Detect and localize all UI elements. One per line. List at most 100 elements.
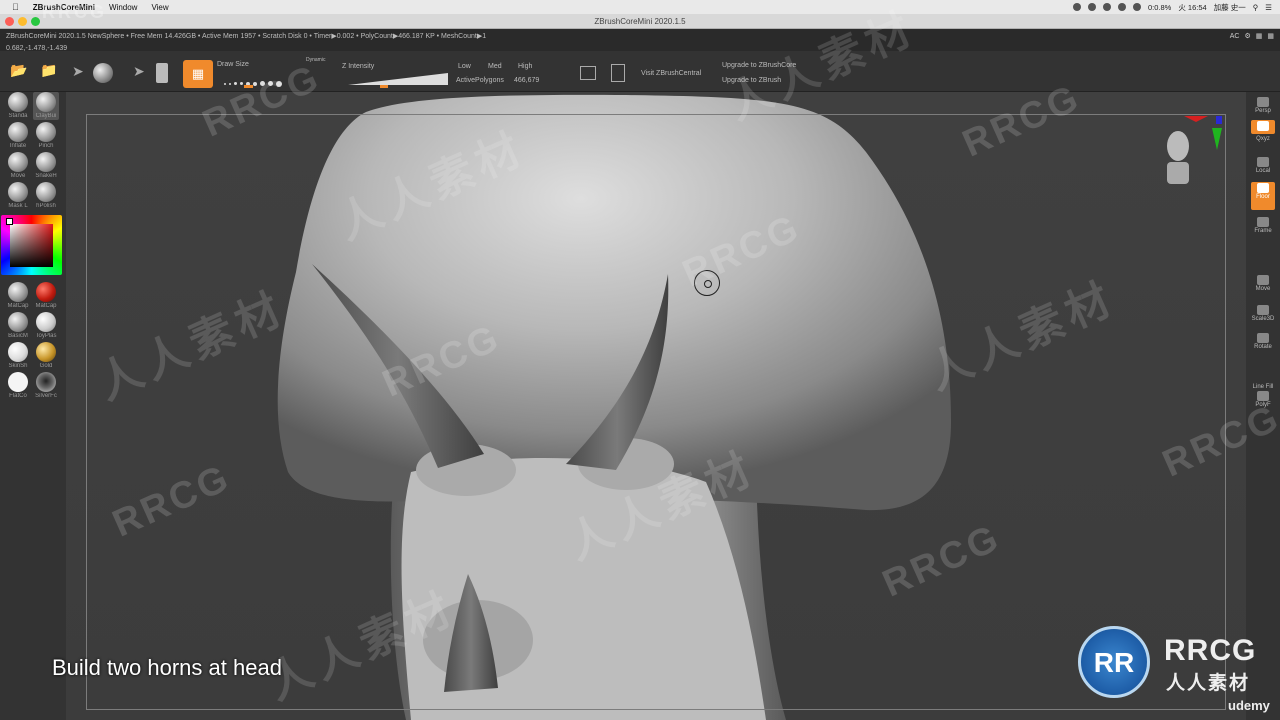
rrcg-logo: RR RRCG 人人素材 bbox=[1078, 626, 1278, 704]
brush-pinch[interactable]: Pinch bbox=[33, 122, 59, 150]
canvas-tool-icon[interactable] bbox=[156, 63, 168, 83]
local-icon bbox=[1257, 157, 1269, 167]
scale-icon bbox=[1257, 305, 1269, 315]
zoom-icon[interactable] bbox=[31, 17, 40, 26]
brush-snakehook[interactable]: SnakeH bbox=[33, 152, 59, 180]
brush-move[interactable]: Move bbox=[5, 152, 31, 180]
gizmo-button[interactable] bbox=[1251, 120, 1275, 134]
gizmo-icon bbox=[1257, 121, 1269, 131]
linefill-button[interactable]: Line Fill PolyF bbox=[1251, 384, 1275, 408]
battery-text[interactable]: 0:0.8% bbox=[1148, 3, 1171, 12]
local-button[interactable]: Local bbox=[1251, 156, 1275, 178]
user-name[interactable]: 加藤 史一 bbox=[1214, 2, 1246, 13]
resolution-low[interactable]: Low bbox=[458, 63, 471, 70]
close-icon[interactable] bbox=[5, 17, 14, 26]
floor-icon bbox=[1257, 183, 1269, 193]
clock-text[interactable]: 火 16:54 bbox=[1178, 2, 1206, 13]
window-titlebar: ZBrushCoreMini 2020.1.5 bbox=[0, 14, 1280, 29]
color-saturation-square[interactable] bbox=[10, 224, 53, 267]
brush-hpolish[interactable]: hPolish bbox=[33, 182, 59, 210]
3d-viewport[interactable] bbox=[66, 92, 1246, 720]
material-matcap-gray[interactable]: MatCap bbox=[5, 282, 31, 310]
z-intensity-slider[interactable] bbox=[380, 85, 388, 88]
active-polygons-label: ActivePolygons bbox=[456, 77, 504, 84]
material-basic[interactable]: BasicM bbox=[5, 312, 31, 340]
brush-mask[interactable]: Mask L bbox=[5, 182, 31, 210]
active-polygons-value: 466,679 bbox=[514, 77, 540, 84]
image-icon[interactable] bbox=[580, 66, 596, 80]
save-file-icon[interactable]: 📁 bbox=[40, 62, 57, 79]
apple-icon[interactable]:  bbox=[12, 2, 19, 12]
color-picker[interactable] bbox=[1, 215, 62, 275]
ac-label: AC bbox=[1229, 33, 1240, 40]
upgrade-zbrush-link[interactable]: Upgrade to ZBrush bbox=[722, 77, 781, 84]
menu-view[interactable]: View bbox=[151, 3, 168, 12]
settings-icon[interactable]: ⚙ bbox=[1244, 32, 1250, 41]
draw-size-dots[interactable] bbox=[224, 75, 285, 93]
brush-inflate[interactable]: Inflate bbox=[5, 122, 31, 150]
mac-menubar:  ZBrushCoreMini Window View 0:0.8% 火 16… bbox=[0, 0, 1280, 14]
upgrade-core-link[interactable]: Upgrade to ZBrushCore bbox=[722, 62, 796, 69]
top-toolbar: 📂 📁 ➤ ➤ ▦ Draw Size Dynamic Z Intensity … bbox=[0, 51, 1280, 92]
brush-standard[interactable]: Standa bbox=[5, 92, 31, 120]
navigation-head-icon[interactable] bbox=[1163, 128, 1193, 186]
scale-button[interactable]: Scale3D bbox=[1251, 304, 1275, 326]
status-icon[interactable] bbox=[1072, 3, 1081, 11]
search-icon[interactable]: ⚲ bbox=[1253, 3, 1259, 12]
left-shelf: Standa ClayBui Inflate Pinch Move SnakeH… bbox=[0, 92, 66, 720]
material-gold[interactable]: Gold bbox=[33, 342, 59, 370]
document-frame bbox=[86, 114, 1226, 710]
logo-mark-icon: RR bbox=[1078, 626, 1150, 698]
z-intensity-ramp[interactable] bbox=[348, 73, 448, 85]
open-file-icon[interactable]: 📂 bbox=[10, 62, 27, 79]
status-icon[interactable] bbox=[1087, 3, 1096, 11]
volume-icon[interactable] bbox=[1132, 3, 1141, 11]
brush-cursor bbox=[694, 270, 720, 296]
arrow-right-icon[interactable]: ➤ bbox=[133, 63, 145, 80]
menu-icon[interactable]: ☰ bbox=[1265, 3, 1272, 12]
menubar-status: 0:0.8% 火 16:54 加藤 史一 ⚲ ☰ bbox=[1072, 0, 1272, 14]
rotate-button[interactable]: Rotate bbox=[1251, 332, 1275, 354]
dynamic-label[interactable]: Dynamic bbox=[306, 57, 325, 63]
material-silverfoil[interactable]: SilverFc bbox=[33, 372, 59, 400]
rotate-icon bbox=[1257, 333, 1269, 343]
draw-size-slider[interactable] bbox=[244, 85, 253, 88]
logo-cn: 人人素材 bbox=[1166, 673, 1251, 694]
screen:  ZBrushCoreMini Window View 0:0.8% 火 16… bbox=[0, 0, 1280, 720]
window-title: ZBrushCoreMini 2020.1.5 bbox=[594, 17, 686, 26]
info-line: ZBrushCoreMini 2020.1.5 NewSphere • Free… bbox=[6, 33, 487, 40]
qxyz-button[interactable]: Qxyz bbox=[1251, 136, 1275, 158]
draw-mode-button[interactable]: ▦ bbox=[183, 60, 213, 88]
resolution-med[interactable]: Med bbox=[488, 63, 502, 70]
layout-icon[interactable]: ▦ bbox=[1267, 32, 1274, 41]
sphere-tool-icon[interactable] bbox=[93, 63, 113, 83]
brush-claybuildup[interactable]: ClayBui bbox=[33, 92, 59, 120]
status-icon[interactable] bbox=[1102, 3, 1111, 11]
material-matcap-red[interactable]: MatCap bbox=[33, 282, 59, 310]
minimize-icon[interactable] bbox=[18, 17, 27, 26]
udemy-logo: udemy bbox=[1228, 698, 1270, 713]
window-controls bbox=[5, 17, 40, 26]
material-skinshade[interactable]: SkinSh bbox=[5, 342, 31, 370]
draw-size-label: Draw Size bbox=[217, 61, 249, 68]
frame-button[interactable]: Frame bbox=[1251, 216, 1275, 238]
material-toyplastic[interactable]: ToyPlas bbox=[33, 312, 59, 340]
move-button[interactable]: Move bbox=[1251, 274, 1275, 296]
wifi-icon[interactable] bbox=[1117, 3, 1126, 11]
visit-zbrushcentral-link[interactable]: Visit ZBrushCentral bbox=[641, 70, 701, 77]
color-swatch[interactable] bbox=[6, 218, 13, 225]
move-icon bbox=[1257, 275, 1269, 285]
resolution-high[interactable]: High bbox=[518, 63, 532, 70]
material-flatcolor[interactable]: FlatCo bbox=[5, 372, 31, 400]
floor-button[interactable]: Floor bbox=[1251, 182, 1275, 210]
menu-window[interactable]: Window bbox=[109, 3, 137, 12]
logo-name: RRCG bbox=[1164, 634, 1257, 667]
persp-icon bbox=[1257, 97, 1269, 107]
frame-icon bbox=[1257, 217, 1269, 227]
layout-icon[interactable]: ▦ bbox=[1256, 32, 1263, 41]
persp-button[interactable]: Persp bbox=[1251, 96, 1275, 118]
info-right-icons: AC ⚙ ▦ ▦ bbox=[1230, 32, 1274, 41]
menu-app-name[interactable]: ZBrushCoreMini bbox=[33, 3, 95, 12]
document-icon[interactable] bbox=[611, 64, 625, 82]
arrow-right-icon[interactable]: ➤ bbox=[72, 63, 84, 80]
